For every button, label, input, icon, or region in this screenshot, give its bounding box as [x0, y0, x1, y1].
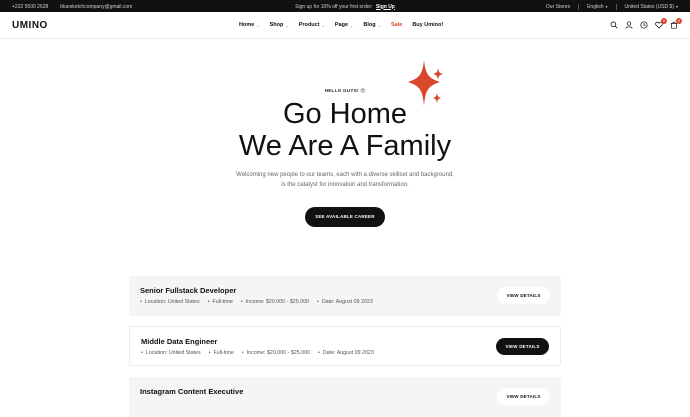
nav-label: Product — [298, 22, 320, 28]
job-card: Senior Fullstack Developer Location: Uni… — [129, 276, 561, 316]
chevron-down-icon: ▾ — [675, 3, 678, 9]
sign-up-link[interactable]: Sign Up — [376, 4, 395, 10]
top-bar: +222 5500 2628 bluesketchcompany@gmail.c… — [0, 0, 690, 12]
currency-select[interactable]: United States (USD $) ▾ — [625, 4, 678, 10]
job-card: Middle Data Engineer Location: United St… — [129, 326, 561, 366]
view-details-button[interactable]: VIEW DETAILS — [496, 338, 549, 355]
nav-item-buy-umino[interactable]: Buy Umino! — [412, 22, 443, 28]
currency-value: United States (USD $) — [624, 3, 674, 10]
cart-icon[interactable]: 0 — [670, 18, 682, 29]
hero-subtitle-line-1: Welcoming new people to our teams, each … — [236, 172, 454, 178]
wishlist-count-badge: 0 — [661, 18, 667, 24]
hero-subtitle-line-2: is the catalyst for innovation and trans… — [281, 182, 409, 188]
wishlist-icon[interactable]: 0 — [655, 18, 667, 29]
hero-title-line-1: Go Home — [282, 98, 408, 130]
job-title[interactable]: Senior Fullstack Developer — [140, 286, 236, 295]
nav-item-product[interactable]: Product ⌄ — [299, 22, 325, 28]
nav-label: Page — [334, 22, 349, 28]
job-card: Instagram Content Executive VIEW DETAILS — [129, 377, 561, 417]
nav-label: Shop — [269, 22, 284, 28]
header-actions: 0 0 — [610, 18, 682, 29]
job-location: Location: United States — [141, 350, 201, 356]
chevron-down-icon: ⌄ — [285, 22, 289, 28]
chevron-down-icon: ▾ — [605, 3, 608, 9]
our-stores-link[interactable]: Our Stores — [546, 4, 570, 10]
hero-subtitle: Welcoming new people to our teams, each … — [0, 170, 690, 190]
site-header: UMINO Home ⌄ Shop ⌄ Product ⌄ Page ⌄ Blog ⌄ S… — [0, 12, 690, 39]
hero-title: Go Home We Are A Family — [0, 98, 690, 162]
search-icon[interactable] — [610, 21, 618, 29]
job-date: Date: August 09 2023 — [318, 350, 374, 356]
language-value: English — [587, 3, 604, 10]
topbar-settings: Our Stores English ▾ United States (USD $… — [546, 3, 678, 10]
user-icon[interactable] — [625, 21, 633, 29]
job-type: Full-time — [209, 350, 234, 356]
view-details-button[interactable]: VIEW DETAILS — [497, 287, 550, 304]
job-date: Date: August 09 2023 — [317, 299, 373, 305]
job-type: Full-time — [208, 299, 233, 305]
main-nav: Home ⌄ Shop ⌄ Product ⌄ Page ⌄ Blog ⌄ Sale Bu… — [239, 22, 443, 28]
nav-item-blog[interactable]: Blog ⌄ — [363, 22, 381, 28]
nav-item-home[interactable]: Home ⌄ — [239, 22, 260, 28]
site-logo[interactable]: UMINO — [12, 20, 48, 31]
hero-eyebrow: HELLO GUYS! 😍 — [324, 88, 366, 93]
nav-label: Home — [239, 22, 255, 28]
job-title[interactable]: Middle Data Engineer — [141, 337, 217, 346]
chevron-down-icon: ⌄ — [377, 22, 381, 28]
divider — [578, 3, 580, 10]
job-income: Income: $20.000 - $25.000 — [241, 299, 309, 305]
language-select[interactable]: English ▾ — [587, 4, 607, 10]
promo-text: Sign up for 10% off your first order: — [295, 3, 373, 10]
compare-icon[interactable] — [640, 21, 648, 29]
see-available-career-button[interactable]: SEE AVAILABLE CAREER — [305, 207, 385, 227]
nav-item-sale[interactable]: Sale — [391, 22, 402, 28]
job-meta: Location: United States Full-time Income… — [141, 350, 374, 356]
nav-item-shop[interactable]: Shop ⌄ — [270, 22, 289, 28]
nav-item-page[interactable]: Page ⌄ — [335, 22, 354, 28]
nav-label: Buy Umino! — [412, 22, 444, 28]
chevron-down-icon: ⌄ — [321, 22, 325, 28]
chevron-down-icon: ⌄ — [350, 22, 354, 28]
divider — [615, 3, 617, 10]
view-details-button[interactable]: VIEW DETAILS — [497, 388, 550, 405]
job-title[interactable]: Instagram Content Executive — [140, 387, 243, 396]
nav-label: Blog — [363, 22, 376, 28]
job-meta: Location: United States Full-time Income… — [140, 299, 373, 305]
nav-label: Sale — [391, 22, 403, 28]
job-location: Location: United States — [140, 299, 200, 305]
hero-title-line-2: We Are A Family — [238, 130, 452, 162]
job-income: Income: $20.000 - $25.000 — [242, 350, 310, 356]
chevron-down-icon: ⌄ — [256, 22, 260, 28]
cart-count-badge: 0 — [676, 18, 682, 24]
